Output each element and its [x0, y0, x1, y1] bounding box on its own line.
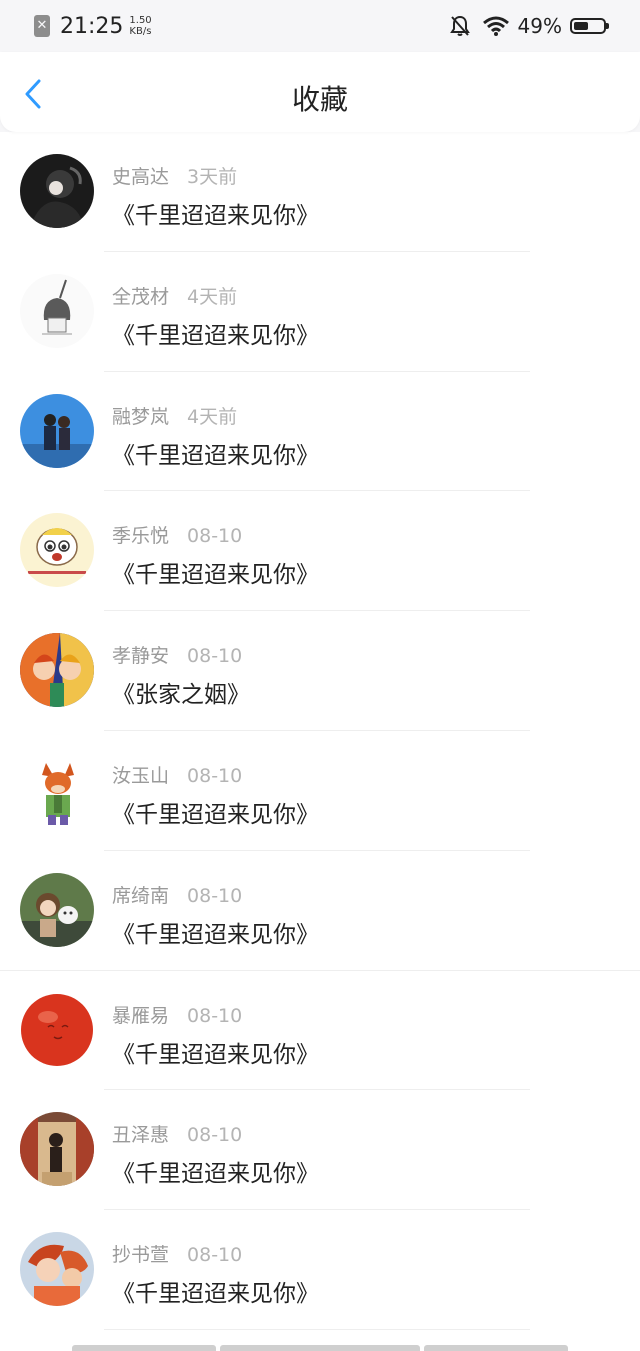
status-right: 49%	[438, 12, 609, 40]
list-item[interactable]: 暴雁易 08-10 《千里迢迢来见你》	[0, 971, 640, 1091]
wifi-icon	[482, 16, 510, 36]
bell-off-icon	[449, 15, 470, 37]
avatar[interactable]	[20, 273, 94, 348]
avatar[interactable]	[20, 752, 94, 827]
book-title[interactable]: 《千里迢迢来见你》	[112, 555, 319, 589]
bottom-edge-segment	[72, 1345, 216, 1351]
battery-icon	[570, 18, 609, 34]
timestamp: 08-10	[187, 764, 243, 787]
avatar[interactable]	[20, 633, 94, 708]
item-meta: 抄书萱 08-10	[112, 1240, 242, 1267]
header-surface: 收藏	[0, 52, 640, 132]
book-title[interactable]: 《千里迢迢来见你》	[112, 1035, 319, 1069]
timestamp: 3天前	[187, 166, 238, 188]
book-title[interactable]: 《千里迢迢来见你》	[112, 795, 319, 829]
network-speed-value: 1.50	[129, 15, 152, 26]
item-meta: 孝静安 08-10	[112, 641, 242, 668]
book-title[interactable]: 《千里迢迢来见你》	[112, 436, 319, 470]
list-item[interactable]: 融梦岚 4天前 《千里迢迢来见你》	[0, 372, 640, 492]
user-name: 全茂材	[112, 285, 170, 308]
timestamp: 4天前	[187, 285, 238, 308]
book-title[interactable]: 《张家之姻》	[112, 675, 250, 709]
book-title[interactable]: 《千里迢迢来见你》	[112, 1274, 319, 1308]
timestamp: 4天前	[187, 405, 238, 428]
list-item[interactable]: 孝静安 08-10 《张家之姻》	[0, 611, 640, 731]
avatar[interactable]	[20, 872, 94, 947]
list-item[interactable]: 抄书萱 08-10 《千里迢迢来见你》	[0, 1210, 640, 1330]
item-meta: 暴雁易 08-10	[112, 1001, 242, 1028]
battery-level	[574, 22, 588, 30]
user-name: 席绮南	[112, 884, 170, 907]
user-name: 融梦岚	[112, 405, 170, 428]
user-name: 史高达	[112, 166, 170, 188]
book-title[interactable]: 《千里迢迢来见你》	[112, 196, 319, 230]
timestamp: 08-10	[187, 1124, 243, 1147]
clock: 21:25	[60, 13, 124, 39]
bottom-edge-segment	[220, 1345, 420, 1351]
avatar[interactable]	[20, 1232, 94, 1307]
book-title[interactable]: 《千里迢迢来见你》	[112, 915, 319, 949]
book-title[interactable]: 《千里迢迢来见你》	[112, 1154, 319, 1188]
user-name: 抄书萱	[112, 1244, 170, 1267]
user-name: 丑泽惠	[112, 1124, 170, 1147]
avatar[interactable]	[20, 154, 94, 228]
list-item[interactable]: 席绮南 08-10 《千里迢迢来见你》	[0, 851, 640, 971]
list-item[interactable]: 季乐悦 08-10 《千里迢迢来见你》	[0, 491, 640, 612]
timestamp: 08-10	[187, 1244, 243, 1267]
divider	[104, 1328, 530, 1330]
status-left: ✕ 21:25 1.50 KB/s	[34, 12, 152, 40]
timestamp: 08-10	[187, 525, 243, 548]
user-name: 暴雁易	[112, 1004, 170, 1027]
battery-percent: 49%	[517, 14, 562, 38]
timestamp: 08-10	[187, 884, 243, 907]
book-title[interactable]: 《千里迢迢来见你》	[112, 316, 319, 350]
sim-off-icon: ✕	[34, 15, 50, 37]
user-name: 汝玉山	[112, 764, 170, 787]
page-title: 收藏	[291, 83, 348, 116]
item-meta: 丑泽惠 08-10	[112, 1120, 242, 1147]
item-meta: 史高达 3天前	[112, 162, 237, 189]
avatar[interactable]	[20, 1112, 94, 1187]
avatar[interactable]	[20, 393, 94, 468]
list-item[interactable]: 丑泽惠 08-10 《千里迢迢来见你》	[0, 1090, 640, 1211]
favorites-list: 史高达 3天前 《千里迢迢来见你》 全茂材 4天前 《千里迢迢来见你》 融梦岚 …	[0, 132, 640, 1330]
user-name: 季乐悦	[112, 525, 170, 548]
item-meta: 席绮南 08-10	[112, 881, 242, 908]
avatar[interactable]	[20, 513, 94, 588]
timestamp: 08-10	[187, 645, 243, 668]
item-meta: 融梦岚 4天前	[112, 402, 237, 429]
network-speed: 1.50 KB/s	[129, 15, 151, 37]
status-bar: ✕ 21:25 1.50 KB/s 49%	[0, 0, 640, 52]
user-name: 孝静安	[112, 645, 170, 668]
list-item[interactable]: 汝玉山 08-10 《千里迢迢来见你》	[0, 731, 640, 851]
list-item[interactable]: 全茂材 4天前 《千里迢迢来见你》	[0, 252, 640, 372]
network-speed-unit: KB/s	[129, 26, 152, 37]
bottom-edge-segment	[424, 1345, 568, 1351]
item-meta: 全茂材 4天前	[112, 282, 237, 309]
avatar[interactable]	[20, 992, 94, 1067]
header: 收藏	[0, 52, 640, 132]
timestamp: 08-10	[187, 1004, 243, 1027]
item-meta: 汝玉山 08-10	[112, 761, 242, 788]
item-meta: 季乐悦 08-10	[112, 521, 242, 548]
list-item[interactable]: 史高达 3天前 《千里迢迢来见你》	[0, 132, 640, 252]
